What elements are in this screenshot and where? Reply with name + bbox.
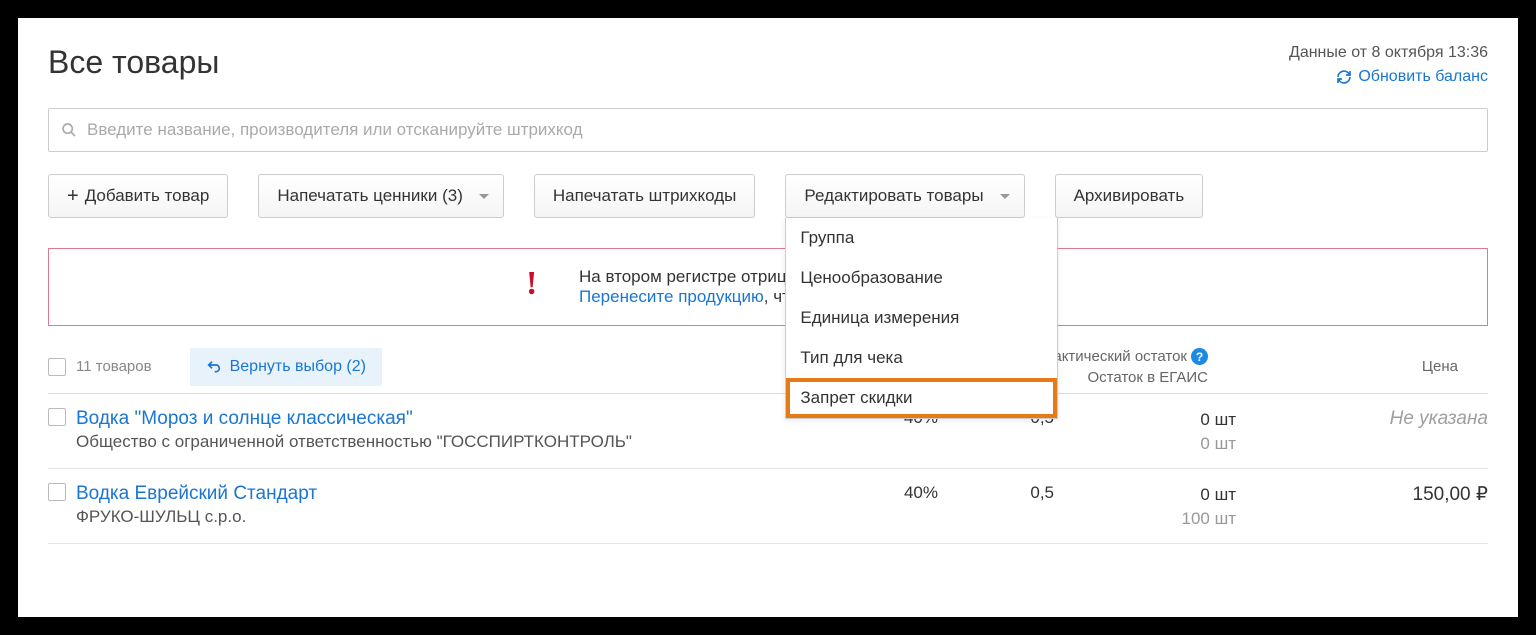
menu-item-receipt-type[interactable]: Тип для чека (786, 338, 1057, 378)
col-price: Цена (1422, 358, 1458, 375)
stock-value: 0 шт0 шт (1200, 408, 1236, 456)
select-all-checkbox[interactable] (48, 358, 66, 376)
stock-value: 0 шт100 шт (1181, 483, 1236, 531)
product-count: 11 товаров (76, 358, 152, 375)
archive-label: Архивировать (1074, 186, 1185, 206)
search-input[interactable] (87, 120, 1475, 140)
col-stock: Фактический остаток? Остаток в ЕГАИС (1042, 346, 1208, 388)
menu-item-group[interactable]: Группа (786, 218, 1057, 258)
edit-products-dropdown: Группа Ценообразование Единица измерения… (785, 218, 1058, 419)
refresh-balance-link[interactable]: Обновить баланс (1289, 68, 1488, 86)
print-tags-button[interactable]: Напечатать ценники (3) (258, 174, 504, 218)
search-icon (61, 122, 77, 138)
price-value: 150,00 ₽ (1413, 483, 1488, 506)
price-value: Не указана (1390, 408, 1488, 430)
data-date: Данные от 8 октября 13:36 (1289, 44, 1488, 62)
add-product-label: Добавить товар (85, 186, 210, 206)
producer: ФРУКО-ШУЛЬЦ с.р.о. (76, 507, 317, 527)
product-name-link[interactable]: Водка Еврейский Стандарт (76, 483, 317, 505)
abv-value: 40% (904, 483, 938, 503)
table-row: Водка "Мороз и солнце классическая" Обще… (48, 394, 1488, 469)
volume-value: 0,5 (1030, 483, 1054, 503)
plus-icon: + (67, 185, 79, 208)
row-checkbox[interactable] (48, 408, 66, 426)
print-barcodes-button[interactable]: Напечатать штрихкоды (534, 174, 756, 218)
product-name-link[interactable]: Водка "Мороз и солнце классическая" (76, 408, 632, 430)
edit-products-button[interactable]: Редактировать товары (785, 174, 1024, 218)
help-icon[interactable]: ? (1191, 348, 1208, 365)
restore-selection-button[interactable]: Вернуть выбор (2) (190, 348, 382, 386)
alert-icon: ! (526, 265, 537, 303)
menu-item-unit[interactable]: Единица измерения (786, 298, 1057, 338)
page-title: Все товары (48, 44, 219, 81)
restore-selection-label: Вернуть выбор (2) (230, 358, 366, 376)
archive-button[interactable]: Архивировать (1055, 174, 1204, 218)
refresh-icon (1336, 69, 1352, 85)
table-row: Водка Еврейский Стандарт ФРУКО-ШУЛЬЦ с.р… (48, 469, 1488, 544)
undo-icon (206, 359, 222, 375)
alert-link[interactable]: Перенесите продукцию (579, 287, 764, 306)
producer: Общество с ограниченной ответственностью… (76, 432, 632, 452)
print-barcodes-label: Напечатать штрихкоды (553, 186, 737, 206)
edit-products-label: Редактировать товары (804, 186, 983, 206)
row-checkbox[interactable] (48, 483, 66, 501)
add-product-button[interactable]: + Добавить товар (48, 174, 228, 218)
alert-banner: ! На втором регистре отрицател Перенесит… (48, 248, 1488, 326)
print-tags-label: Напечатать ценники (3) (277, 186, 463, 206)
refresh-label: Обновить баланс (1358, 68, 1488, 86)
menu-item-pricing[interactable]: Ценообразование (786, 258, 1057, 298)
search-field-wrap[interactable] (48, 108, 1488, 152)
menu-item-discount-ban[interactable]: Запрет скидки (786, 378, 1057, 418)
